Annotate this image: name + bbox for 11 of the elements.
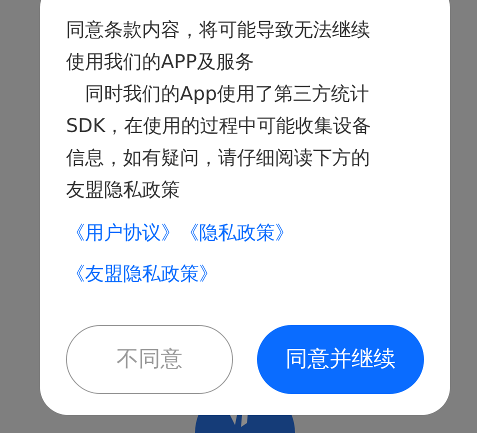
body-text: SDK，在使用的过程中可能收集设备 <box>66 114 372 139</box>
policy-link[interactable]: 《隐私政策》 <box>180 218 294 249</box>
body-text: 同意条款内容，将可能导致无法继续 <box>66 18 370 43</box>
body-text: 友盟隐私政策 <box>66 178 180 203</box>
agree-button[interactable]: 同意并继续 <box>257 325 424 394</box>
policy-link[interactable]: 《用户协议》 <box>66 218 180 249</box>
body-text: 同时我们的App使用了第三方统计 <box>84 82 370 107</box>
body-text: 信息，如有疑问，请仔细阅读下方的 <box>66 146 370 171</box>
body-text: 使用我们的APP及服务 <box>66 50 254 75</box>
policy-link[interactable]: 《友盟隐私政策》 <box>66 259 218 290</box>
disagree-button[interactable]: 不同意 <box>66 325 233 394</box>
